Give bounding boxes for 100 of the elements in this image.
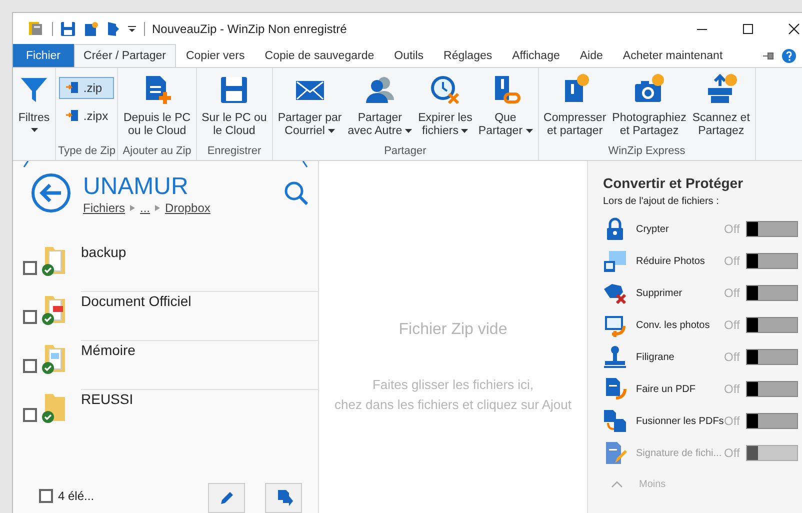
ribbon-tab[interactable]: Copier vers	[176, 44, 255, 67]
button-label: .zip	[83, 80, 102, 94]
chevron-right-icon[interactable]	[302, 161, 308, 169]
toggle-switch[interactable]	[746, 221, 798, 237]
breadcrumb-link[interactable]: Fichiers	[83, 201, 126, 215]
button-label: Partager	[478, 125, 523, 137]
chevron-left-icon[interactable]	[23, 161, 29, 169]
empty-title: Fichier Zip vide	[398, 321, 508, 339]
checkbox[interactable]	[23, 408, 37, 422]
ribbon-tab[interactable]: Créer / Partager	[74, 44, 176, 67]
documents-icon	[603, 409, 627, 433]
checkbox[interactable]	[23, 310, 37, 324]
help-icon[interactable]	[782, 48, 796, 62]
button-label: Depuis le PC	[123, 112, 191, 124]
checkbox[interactable]	[23, 359, 37, 373]
toggle-state: Off	[724, 446, 741, 460]
button-label: avec Autre	[348, 125, 402, 137]
button-label: .zipx	[83, 108, 108, 122]
toggle-switch[interactable]	[746, 317, 798, 333]
location-title: UNAMUR	[83, 173, 190, 201]
people-icon	[364, 74, 396, 106]
pencil-icon	[218, 490, 234, 506]
save-icon[interactable]	[60, 20, 76, 36]
ribbon-tab[interactable]: Aide	[570, 44, 613, 67]
ribbon-tab[interactable]: Outils	[384, 44, 434, 67]
button-label: fichiers	[422, 125, 458, 137]
add-button[interactable]	[265, 483, 302, 513]
toggle-state: Off	[724, 350, 741, 364]
group-label: WinZip Express	[608, 145, 686, 159]
toggle-state: Off	[724, 254, 741, 268]
ribbon-button[interactable]: Depuis le PC ou le Cloud	[120, 71, 194, 145]
option-label: Crypter	[636, 224, 670, 234]
back-icon[interactable]	[31, 173, 71, 213]
file-name[interactable]: Mémoire	[81, 342, 136, 358]
option-label: Supprimer	[636, 288, 684, 298]
clock-icon	[429, 74, 462, 106]
document-pen-icon	[603, 441, 627, 465]
close-icon[interactable]	[788, 22, 800, 34]
pin-icon[interactable]	[762, 50, 776, 60]
empty-hint: Faites glisser les fichiers ici,	[372, 376, 534, 394]
ribbon-button[interactable]: Filtres	[15, 71, 53, 160]
option-label: Conv. les photos	[636, 320, 711, 330]
images-icon	[603, 249, 627, 273]
file-name[interactable]: Document Officiel	[81, 293, 192, 309]
button-label: Filtres	[18, 112, 50, 124]
toggle-state: Off	[724, 382, 741, 396]
ribbon-button[interactable]: Compresser et partager	[540, 71, 610, 145]
search-icon[interactable]	[284, 181, 308, 205]
button-label: et Partagez	[620, 125, 679, 137]
group-label: Type de Zip	[58, 145, 116, 159]
toggle-switch[interactable]	[746, 349, 798, 365]
toggle-switch[interactable]	[746, 253, 798, 269]
panel-subtitle: Lors de l'ajout de fichiers :	[603, 196, 720, 207]
ribbon-button[interactable]: Partager avec Autre	[344, 71, 416, 145]
toggle-state: Off	[724, 414, 741, 428]
separator-icon	[130, 205, 136, 211]
button-label: Compresser	[544, 112, 606, 124]
ribbon-button[interactable]: Scannez et Partagez	[689, 71, 753, 145]
button-label: et partager	[547, 125, 603, 137]
delete-icon	[603, 281, 627, 305]
ribbon-button[interactable]: Que Partager	[475, 71, 536, 145]
breadcrumb-link[interactable]: Dropbox	[165, 201, 210, 215]
breadcrumb-link[interactable]: ...	[140, 201, 150, 215]
ribbon-button[interactable]: Partager par Courriel	[274, 71, 345, 145]
rename-button[interactable]	[208, 483, 245, 513]
dropdown-icon[interactable]	[127, 24, 137, 34]
option-label: Faire un PDF	[636, 384, 696, 394]
option-label: Signature de fichi...	[636, 448, 723, 458]
file-name[interactable]: backup	[81, 244, 126, 260]
button-label: Scannez et	[692, 112, 750, 124]
ribbon-button[interactable]: Expirer les fichiers	[415, 71, 476, 145]
checkbox[interactable]	[23, 261, 37, 275]
checkbox[interactable]	[39, 489, 53, 503]
group-label: Ajouter au Zip	[122, 145, 192, 159]
button-label: ou le Cloud	[128, 125, 186, 137]
ribbon-button[interactable]: Sur le PC ou le Cloud	[198, 71, 270, 145]
app-icon[interactable]	[27, 20, 45, 38]
button-label: Que	[494, 112, 516, 124]
ribbon-tab[interactable]: Réglages	[434, 44, 502, 67]
empty-hint: chez dans les fichiers et cliquez sur Ajout	[334, 396, 572, 414]
button-label: Partager par	[278, 112, 342, 124]
file-name[interactable]: REUSSI	[81, 391, 134, 407]
toggle-switch[interactable]	[746, 413, 798, 429]
scanner-icon	[705, 74, 738, 106]
ribbon-tab[interactable]: Acheter maintenant	[612, 44, 733, 67]
ribbon-tab[interactable]: Affichage	[502, 44, 570, 67]
zip-type-button[interactable]: .zip	[59, 77, 114, 99]
button-label: Partagez	[698, 125, 744, 137]
maximize-icon[interactable]	[742, 22, 754, 34]
ribbon-tab[interactable]: Fichier	[13, 44, 74, 67]
ribbon-button[interactable]: Photographiez et Partagez	[609, 71, 690, 145]
zip-type-button[interactable]: .zipx	[59, 105, 114, 127]
button-label: Photographiez	[612, 112, 686, 124]
picture-arrow-icon	[603, 313, 627, 337]
toggle-switch[interactable]	[746, 285, 798, 301]
toggle-switch[interactable]	[746, 381, 798, 397]
ribbon-tab[interactable]: Copie de sauvegarde	[254, 44, 384, 67]
button-label: Partager	[358, 112, 402, 124]
item-count: 4 élé...	[58, 489, 94, 503]
option-label: Filigrane	[636, 352, 676, 362]
